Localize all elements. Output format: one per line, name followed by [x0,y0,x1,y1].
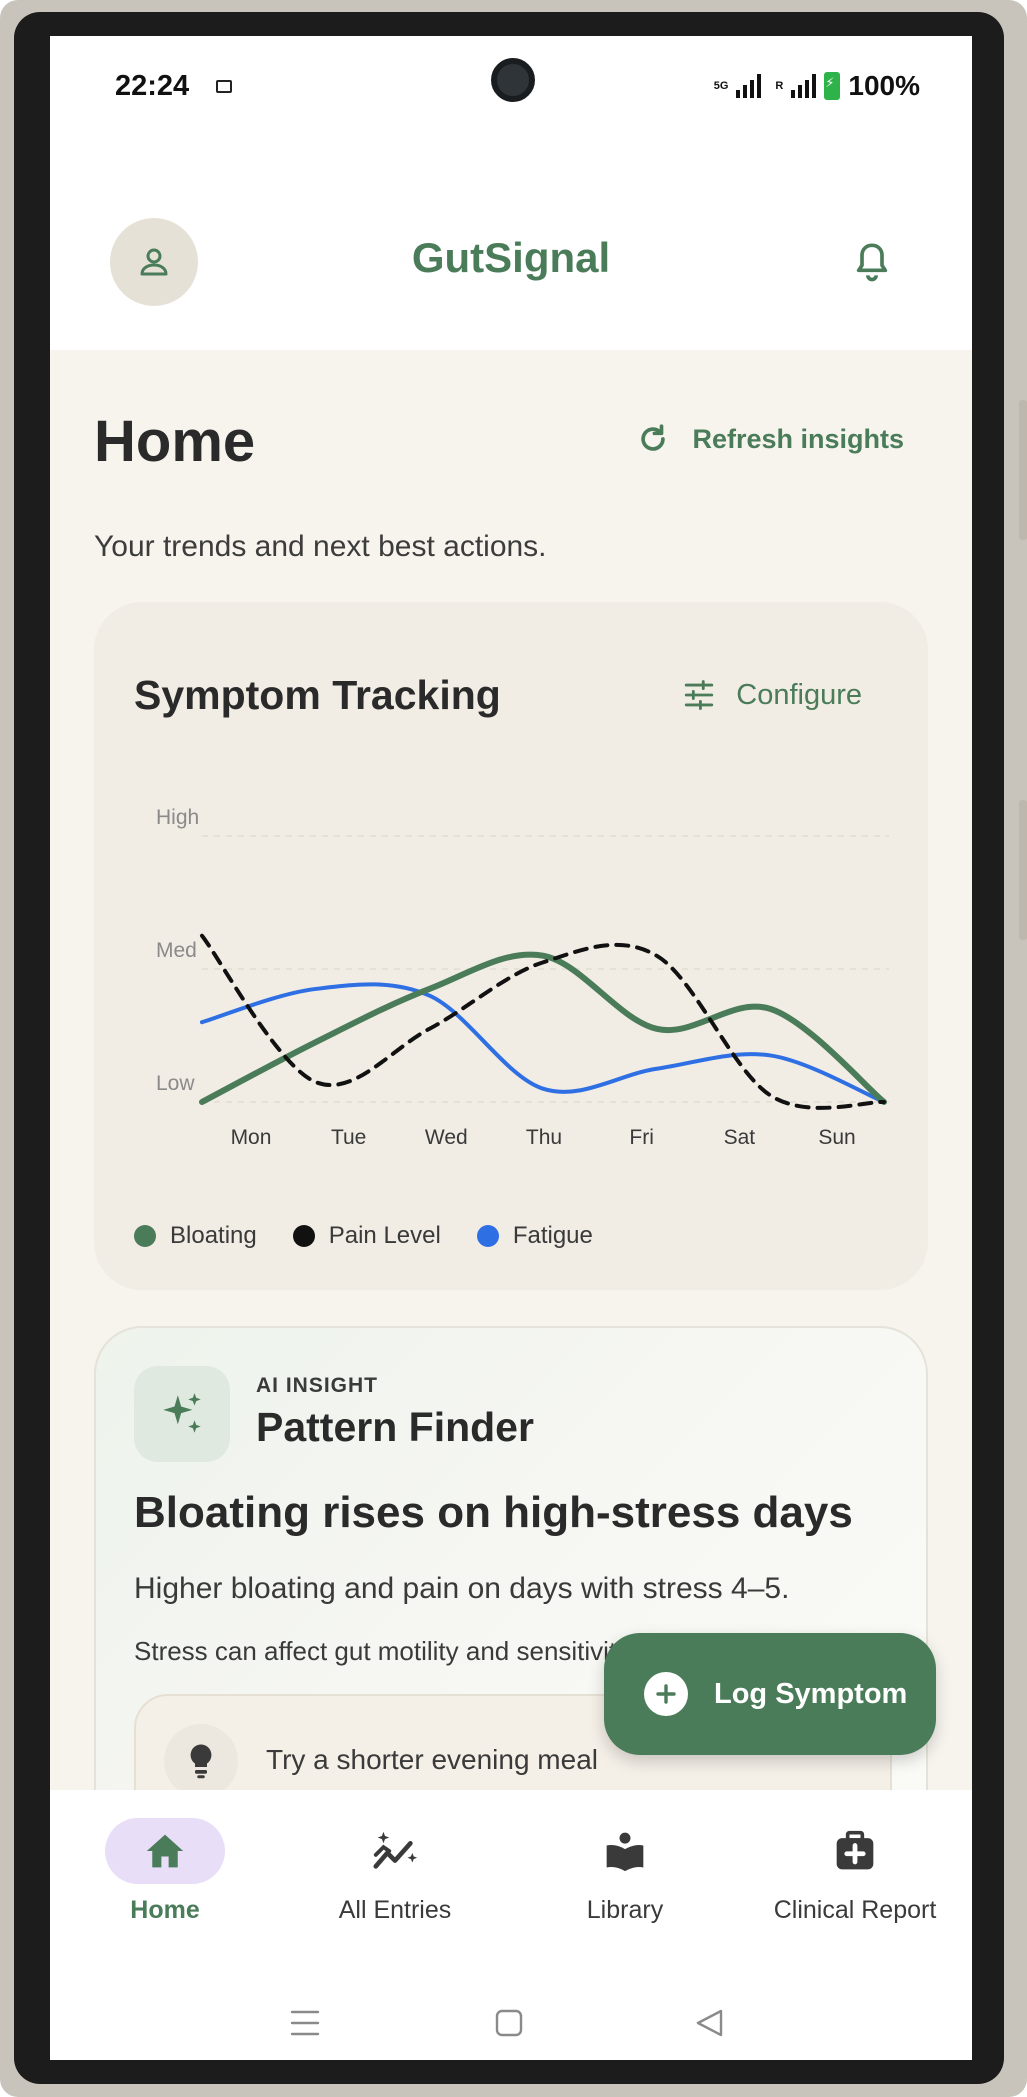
nav-label: Home [130,1896,200,1924]
insight-icon-box [134,1366,230,1462]
legend-label: Fatigue [512,1222,593,1249]
system-navigation-bar [50,1994,972,2054]
signal-icon [736,74,762,98]
power-button [1019,800,1027,940]
x-tick-label: Wed [425,1126,468,1149]
x-tick-label: Thu [526,1126,562,1149]
back-system-button[interactable] [696,2009,723,2037]
series-line-bloating [199,951,887,1105]
insight-reason: Stress can affect gut motility and sensi… [134,1636,635,1666]
x-tick-label: Mon [231,1126,272,1149]
refresh-label: Refresh insights [692,423,904,454]
recent-apps-button[interactable] [290,2010,320,2036]
legend-swatch [134,1225,156,1247]
sparkles-icon [163,1393,201,1433]
volume-button [1019,400,1027,540]
legend-item: Bloating [134,1222,257,1250]
plus-icon [644,1672,688,1716]
insight-label: AI INSIGHT [256,1374,379,1397]
card-title: Symptom Tracking [134,672,501,718]
tune-icon [685,680,714,710]
x-tick-label: Sat [724,1126,756,1149]
screen: 22:24 5G R 100% GutSignal [50,36,972,2060]
nav-clinical-report[interactable]: Clinical Report [740,1818,970,1925]
symptom-tracking-card: Symptom Tracking Configure Low Med High Mon… [94,602,928,1290]
nav-home[interactable]: Home [50,1818,280,1925]
nav-label: Library [586,1896,664,1924]
nav-label: All Entries [338,1896,452,1924]
y-tick-label: Low [156,1072,195,1095]
roaming-indicator: R [775,80,784,92]
nav-all-entries[interactable]: All Entries [280,1818,510,1925]
lightbulb-icon [164,1724,238,1798]
y-tick-label: High [156,806,199,829]
refresh-insights-button[interactable]: Refresh insights [636,422,904,456]
log-symptom-label: Log Symptom [714,1677,908,1710]
legend-label: Pain Level [328,1222,441,1249]
home-system-button[interactable] [495,2009,523,2037]
library-icon [565,1818,685,1884]
nav-label: Clinical Report [773,1896,937,1924]
bell-icon [856,243,888,282]
home-icon [105,1818,225,1884]
device-frame: 22:24 5G R 100% GutSignal [0,0,1027,2097]
configure-label: Configure [736,678,862,711]
series-line-pain-level [200,933,886,1110]
refresh-icon [641,424,666,451]
insight-body: Higher bloating and pain on days with st… [134,1572,790,1605]
signal-icon-2 [791,74,817,98]
configure-button[interactable]: Configure [682,678,862,712]
symptom-line-chart: Low Med High Mon Tue Wed Thu Fri Sat Sun [156,806,889,1149]
status-indicators: 5G R 100% [714,70,920,102]
insight-headline: Bloating rises on high-stress days [134,1488,853,1537]
x-tick-label: Sun [818,1126,855,1149]
front-camera [491,58,535,102]
legend-label: Bloating [170,1222,257,1249]
app-brand: GutSignal [411,234,611,281]
notifications-button[interactable] [852,240,892,289]
insight-name: Pattern Finder [256,1404,534,1450]
chart-legend: Bloating Pain Level Fatigue [134,1222,593,1250]
page-title: Home [94,409,256,474]
medical-case-icon [795,1818,915,1884]
top-app-bar: GutSignal [50,146,972,350]
battery-icon [824,72,841,100]
status-time: 22:24 [115,70,190,102]
status-bar: 22:24 5G R 100% [50,36,972,146]
network-type: 5G [713,80,729,92]
legend-item: Pain Level [292,1222,441,1250]
series-line-fatigue [200,982,886,1104]
y-tick-label: Med [156,939,197,962]
legend-item: Fatigue [476,1222,593,1250]
home-content: Home Refresh insights Your trends and ne… [50,350,972,1830]
trend-sparkle-icon [335,1818,455,1884]
page-subtitle: Your trends and next best actions. [94,530,547,563]
log-symptom-button[interactable]: Log Symptom [604,1633,936,1755]
battery-percent: 100% [848,70,920,101]
legend-swatch [476,1225,499,1247]
legend-swatch [292,1225,315,1247]
nav-library[interactable]: Library [510,1818,740,1925]
sim-icon [216,80,232,93]
tip-text: Try a shorter evening meal [266,1744,598,1775]
x-tick-label: Fri [629,1126,654,1149]
x-tick-label: Tue [331,1126,366,1149]
